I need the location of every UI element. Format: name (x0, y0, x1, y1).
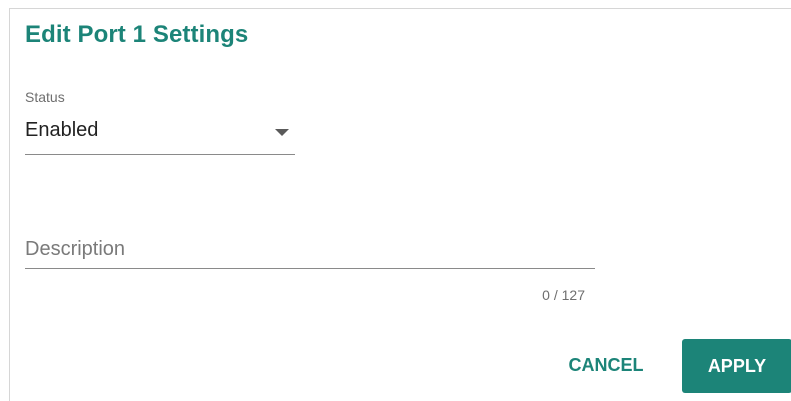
description-field[interactable] (25, 231, 595, 271)
status-value[interactable]: Enabled (25, 119, 98, 142)
status-underline (25, 154, 295, 155)
edit-port-dialog: Edit Port 1 Settings Status Enabled 0 / … (9, 8, 791, 401)
description-input[interactable] (25, 231, 595, 267)
description-char-counter: 0 / 127 (542, 287, 585, 303)
dropdown-arrow-icon[interactable] (275, 129, 289, 136)
cancel-button[interactable]: CANCEL (556, 339, 656, 391)
apply-button[interactable]: APPLY (682, 339, 791, 393)
dialog-title: Edit Port 1 Settings (25, 21, 249, 48)
status-label: Status (25, 89, 65, 105)
description-underline (25, 268, 595, 269)
status-select[interactable]: Status Enabled (25, 89, 295, 155)
